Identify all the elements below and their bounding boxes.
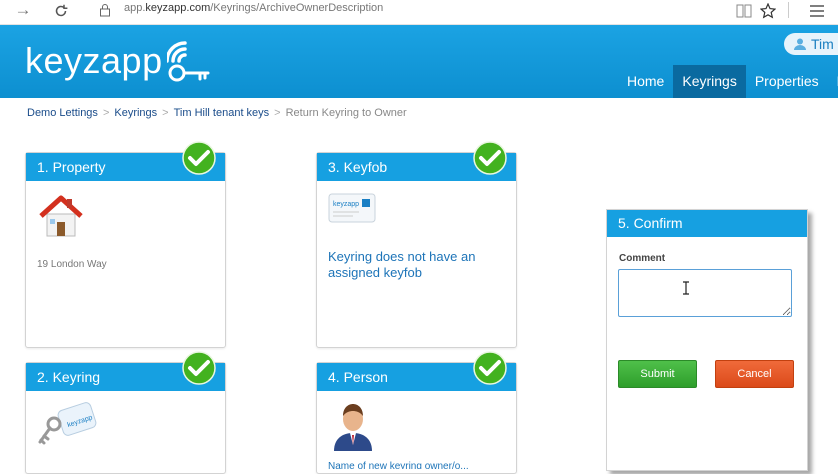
person-complete-check-icon [473,351,507,385]
nav-overflow[interactable]: P [828,65,838,98]
breadcrumb-current: Return Keyring to Owner [285,107,407,119]
person-avatar-icon [334,404,372,451]
nav-home[interactable]: Home [618,65,673,98]
keyfob-card: 3. Keyfob keyzapp Keyring does not have … [316,152,517,348]
confirm-panel-title: 5. Confirm [607,210,807,237]
keyring-icon: keyzapp [38,402,97,445]
comment-label: Comment [619,253,666,264]
nav-keyrings[interactable]: Keyrings [673,65,746,98]
user-menu[interactable]: Tim [784,33,838,55]
address-bar[interactable]: app.keyzapp.com/Keyrings/ArchiveOwnerDes… [124,2,383,14]
forward-icon[interactable]: → [12,0,34,22]
comment-input[interactable] [618,269,792,317]
logo-text: keyzapp [25,40,163,81]
breadcrumb: Demo Lettings > Keyrings > Tim Hill tenant k… [27,107,407,119]
keyring-complete-check-icon [182,351,216,385]
property-complete-check-icon [182,141,216,175]
keyfob-message: Keyring does not have an assigned keyfob [328,249,476,280]
browser-toolbar: → app.keyzapp.com/Keyrings/ArchiveOwnerD… [0,0,838,25]
hub-menu-icon[interactable] [806,0,828,22]
lock-icon [94,0,116,22]
breadcrumb-demo-lettings[interactable]: Demo Lettings [27,107,98,119]
favorite-star-icon[interactable] [757,0,779,22]
breadcrumb-tenant-keys[interactable]: Tim Hill tenant keys [174,107,270,119]
nav-properties[interactable]: Properties [746,65,828,98]
cancel-button[interactable]: Cancel [715,360,794,388]
keyfob-complete-check-icon [473,141,507,175]
text-cursor-icon [683,281,689,295]
user-name: Tim [811,36,834,52]
submit-button[interactable]: Submit [618,360,697,388]
reading-view-icon[interactable] [733,0,755,22]
toolbar-divider [788,2,789,18]
person-message: Name of new keyring owner/o... [328,461,469,469]
svg-text:keyzapp: keyzapp [333,201,359,208]
key-wifi-icon [167,41,210,82]
keyfob-card-icon: keyzapp [328,193,376,223]
property-card: 1. Property 19 London Way [25,152,226,348]
confirm-panel: 5. Confirm Comment Submit Cancel [606,209,808,471]
user-icon [794,38,806,50]
refresh-icon[interactable] [50,0,72,22]
main-nav: Home Keyrings Properties P [618,65,838,98]
house-icon [39,195,83,237]
property-address: 19 London Way [37,259,107,270]
breadcrumb-keyrings[interactable]: Keyrings [114,107,157,119]
app-header: keyzapp Tim Home Keyrings Properties P [0,25,838,98]
